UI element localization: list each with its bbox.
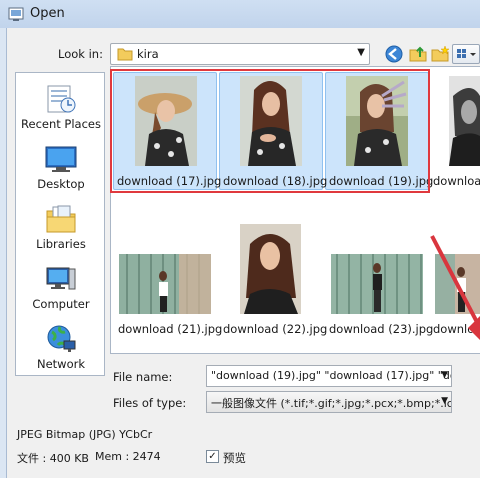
file-name: download (22).jpg: [223, 322, 328, 336]
file-name: download (19).jpg: [329, 174, 434, 188]
file-name-input[interactable]: "download (19).jpg" "download (17).jpg" …: [206, 365, 452, 387]
libraries-icon: [46, 205, 76, 233]
window-title: Open: [30, 6, 65, 21]
recent-places-icon: [47, 85, 76, 113]
file-item[interactable]: download (23).jpg: [325, 220, 433, 340]
chevron-down-icon[interactable]: ▼: [441, 370, 448, 380]
file-name: download (18).jpg: [223, 174, 328, 188]
chevron-down-icon[interactable]: ▼: [357, 47, 365, 58]
place-desktop[interactable]: Desktop: [16, 139, 106, 199]
file-item[interactable]: download (19).jpg: [325, 72, 433, 190]
place-label: Network: [36, 357, 86, 371]
place-network[interactable]: Network: [16, 319, 106, 379]
place-libraries[interactable]: Libraries: [16, 199, 106, 259]
thumbnail-image: [346, 76, 408, 166]
look-in-label: Look in:: [58, 47, 103, 61]
place-label: Desktop: [37, 177, 85, 191]
file-type-label: Files of type:: [113, 396, 187, 410]
file-type-select[interactable]: 一般图像文件 (*.tif;*.gif;*.jpg;*.pcx;*.bmp;*.…: [206, 391, 452, 413]
thumbnail-image: [135, 76, 197, 166]
up-folder-icon[interactable]: [408, 44, 428, 64]
place-computer[interactable]: Computer: [16, 259, 106, 319]
chevron-down-icon[interactable]: ▼: [441, 396, 448, 406]
new-folder-icon[interactable]: [430, 44, 450, 64]
file-name-value: "download (19).jpg" "download (17).jpg" …: [211, 369, 452, 382]
file-name: download (23).jpg: [329, 322, 434, 336]
preview-label: 预览: [223, 451, 246, 465]
thumbnail-image: [119, 254, 211, 314]
annotation-arrow: [430, 235, 480, 340]
desktop-icon: [45, 146, 77, 172]
place-label: Computer: [32, 297, 90, 311]
thumbnail-image: [240, 224, 301, 314]
file-name: download (17).jpg: [117, 174, 222, 188]
places-bar: Recent Places Desktop Libraries Computer: [15, 72, 105, 376]
view-menu-button[interactable]: [452, 44, 480, 64]
file-item[interactable]: download (21).jpg: [113, 220, 222, 340]
place-recent-places[interactable]: Recent Places: [16, 79, 106, 139]
file-name-label: File name:: [113, 370, 173, 384]
title-bar: Open: [0, 0, 480, 28]
back-icon[interactable]: [384, 44, 404, 64]
look-in-combo[interactable]: kira ▼: [110, 43, 370, 65]
computer-icon: [46, 267, 76, 290]
file-item[interactable]: download (17).jpg: [113, 72, 221, 190]
thumbnail-image: [240, 76, 302, 166]
memory-info: Mem : 2474 KE: [95, 450, 161, 463]
file-item[interactable]: download (22).jpg: [219, 220, 327, 340]
view-menu-icon: [457, 49, 476, 58]
thumbnail-image: [449, 76, 480, 166]
look-in-value: kira: [137, 47, 159, 61]
app-icon: [8, 7, 24, 21]
folder-icon: [117, 48, 133, 61]
file-item[interactable]: downloa: [431, 72, 480, 190]
thumbnail-image: [331, 254, 423, 314]
network-icon: [47, 325, 76, 352]
place-label: Recent Places: [21, 117, 101, 131]
place-label: Libraries: [36, 237, 86, 251]
file-name: download (21).jpg: [118, 322, 223, 336]
file-name: downloa: [433, 174, 480, 188]
image-format-info: JPEG Bitmap (JPG) YCbCr: [17, 428, 153, 441]
file-type-value: 一般图像文件 (*.tif;*.gif;*.jpg;*.pcx;*.bmp;*.…: [211, 397, 452, 410]
file-size-info: 文件 : 400 KB: [17, 452, 89, 465]
preview-checkbox[interactable]: ✓: [206, 450, 219, 463]
file-item[interactable]: download (18).jpg: [219, 72, 327, 190]
